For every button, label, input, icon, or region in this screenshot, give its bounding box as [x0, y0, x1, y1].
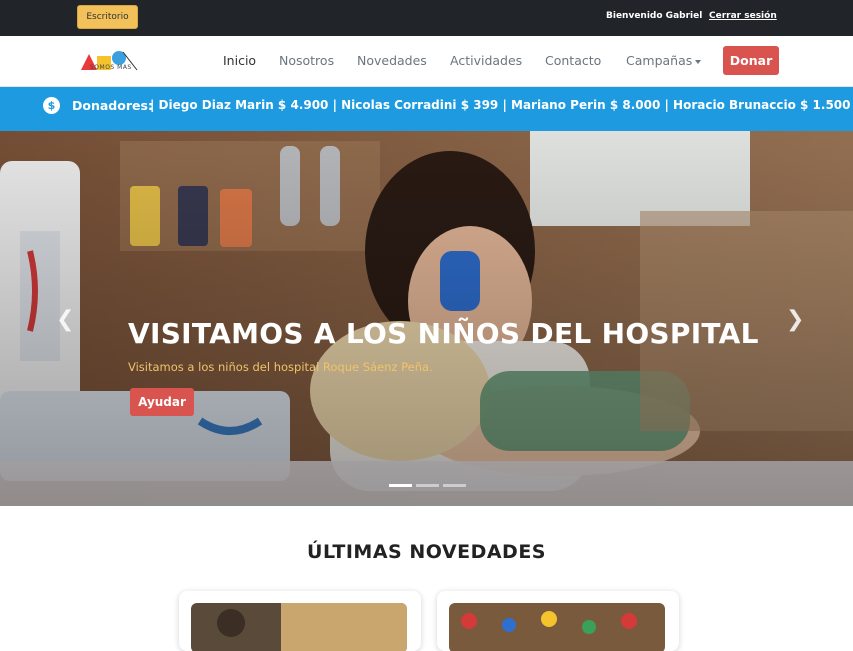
carousel-indicator[interactable]: [389, 484, 412, 487]
main-navbar: SOMOS MAS Inicio Nosotros Novedades Acti…: [0, 36, 853, 87]
news-section-title: ÚLTIMAS NOVEDADES: [307, 541, 546, 563]
help-button[interactable]: Ayudar: [130, 388, 194, 416]
logo-text: SOMOS MAS: [90, 64, 132, 71]
dollar-icon: $: [43, 97, 60, 114]
logout-link[interactable]: Cerrar sesión: [709, 11, 777, 21]
chevron-right-icon[interactable]: ❯: [786, 307, 804, 332]
carousel-indicators: [389, 484, 466, 487]
nav-nosotros[interactable]: Nosotros: [279, 53, 334, 68]
hero-title: VISITAMOS A LOS NIÑOS DEL HOSPITAL: [128, 317, 759, 350]
nav-campanas-dropdown[interactable]: Campañas: [626, 53, 702, 68]
nav-campanas-label: Campañas: [626, 53, 693, 68]
hero-subtitle: Visitamos a los niños del hospital Roque…: [128, 360, 433, 374]
chevron-left-icon[interactable]: ❮: [56, 307, 74, 332]
donor-ticker: $ Donadores: | Diego Diaz Marin $ 4.900 …: [0, 87, 853, 131]
top-bar: Escritorio Bienvenido Gabriel Cerrar ses…: [0, 0, 853, 36]
donor-label: Donadores:: [72, 98, 153, 113]
donate-button[interactable]: Donar: [723, 46, 779, 75]
news-card[interactable]: [437, 591, 679, 651]
carousel-indicator[interactable]: [416, 484, 439, 487]
news-card[interactable]: [179, 591, 421, 651]
welcome-text: Bienvenido Gabriel: [606, 11, 703, 21]
nav-contacto[interactable]: Contacto: [545, 53, 601, 68]
desktop-button[interactable]: Escritorio: [77, 5, 138, 29]
news-card-image: [449, 603, 665, 651]
nav-inicio[interactable]: Inicio: [223, 53, 256, 68]
nav-novedades[interactable]: Novedades: [357, 53, 427, 68]
logo-icon: [81, 51, 138, 71]
nav-actividades[interactable]: Actividades: [450, 53, 522, 68]
hero-carousel: ❮ ❯ VISITAMOS A LOS NIÑOS DEL HOSPITAL V…: [0, 131, 853, 506]
donor-list: | Diego Diaz Marin $ 4.900 | Nicolas Cor…: [150, 98, 853, 112]
carousel-indicator[interactable]: [443, 484, 466, 487]
caret-down-icon: [695, 59, 702, 64]
news-card-image: [191, 603, 407, 651]
